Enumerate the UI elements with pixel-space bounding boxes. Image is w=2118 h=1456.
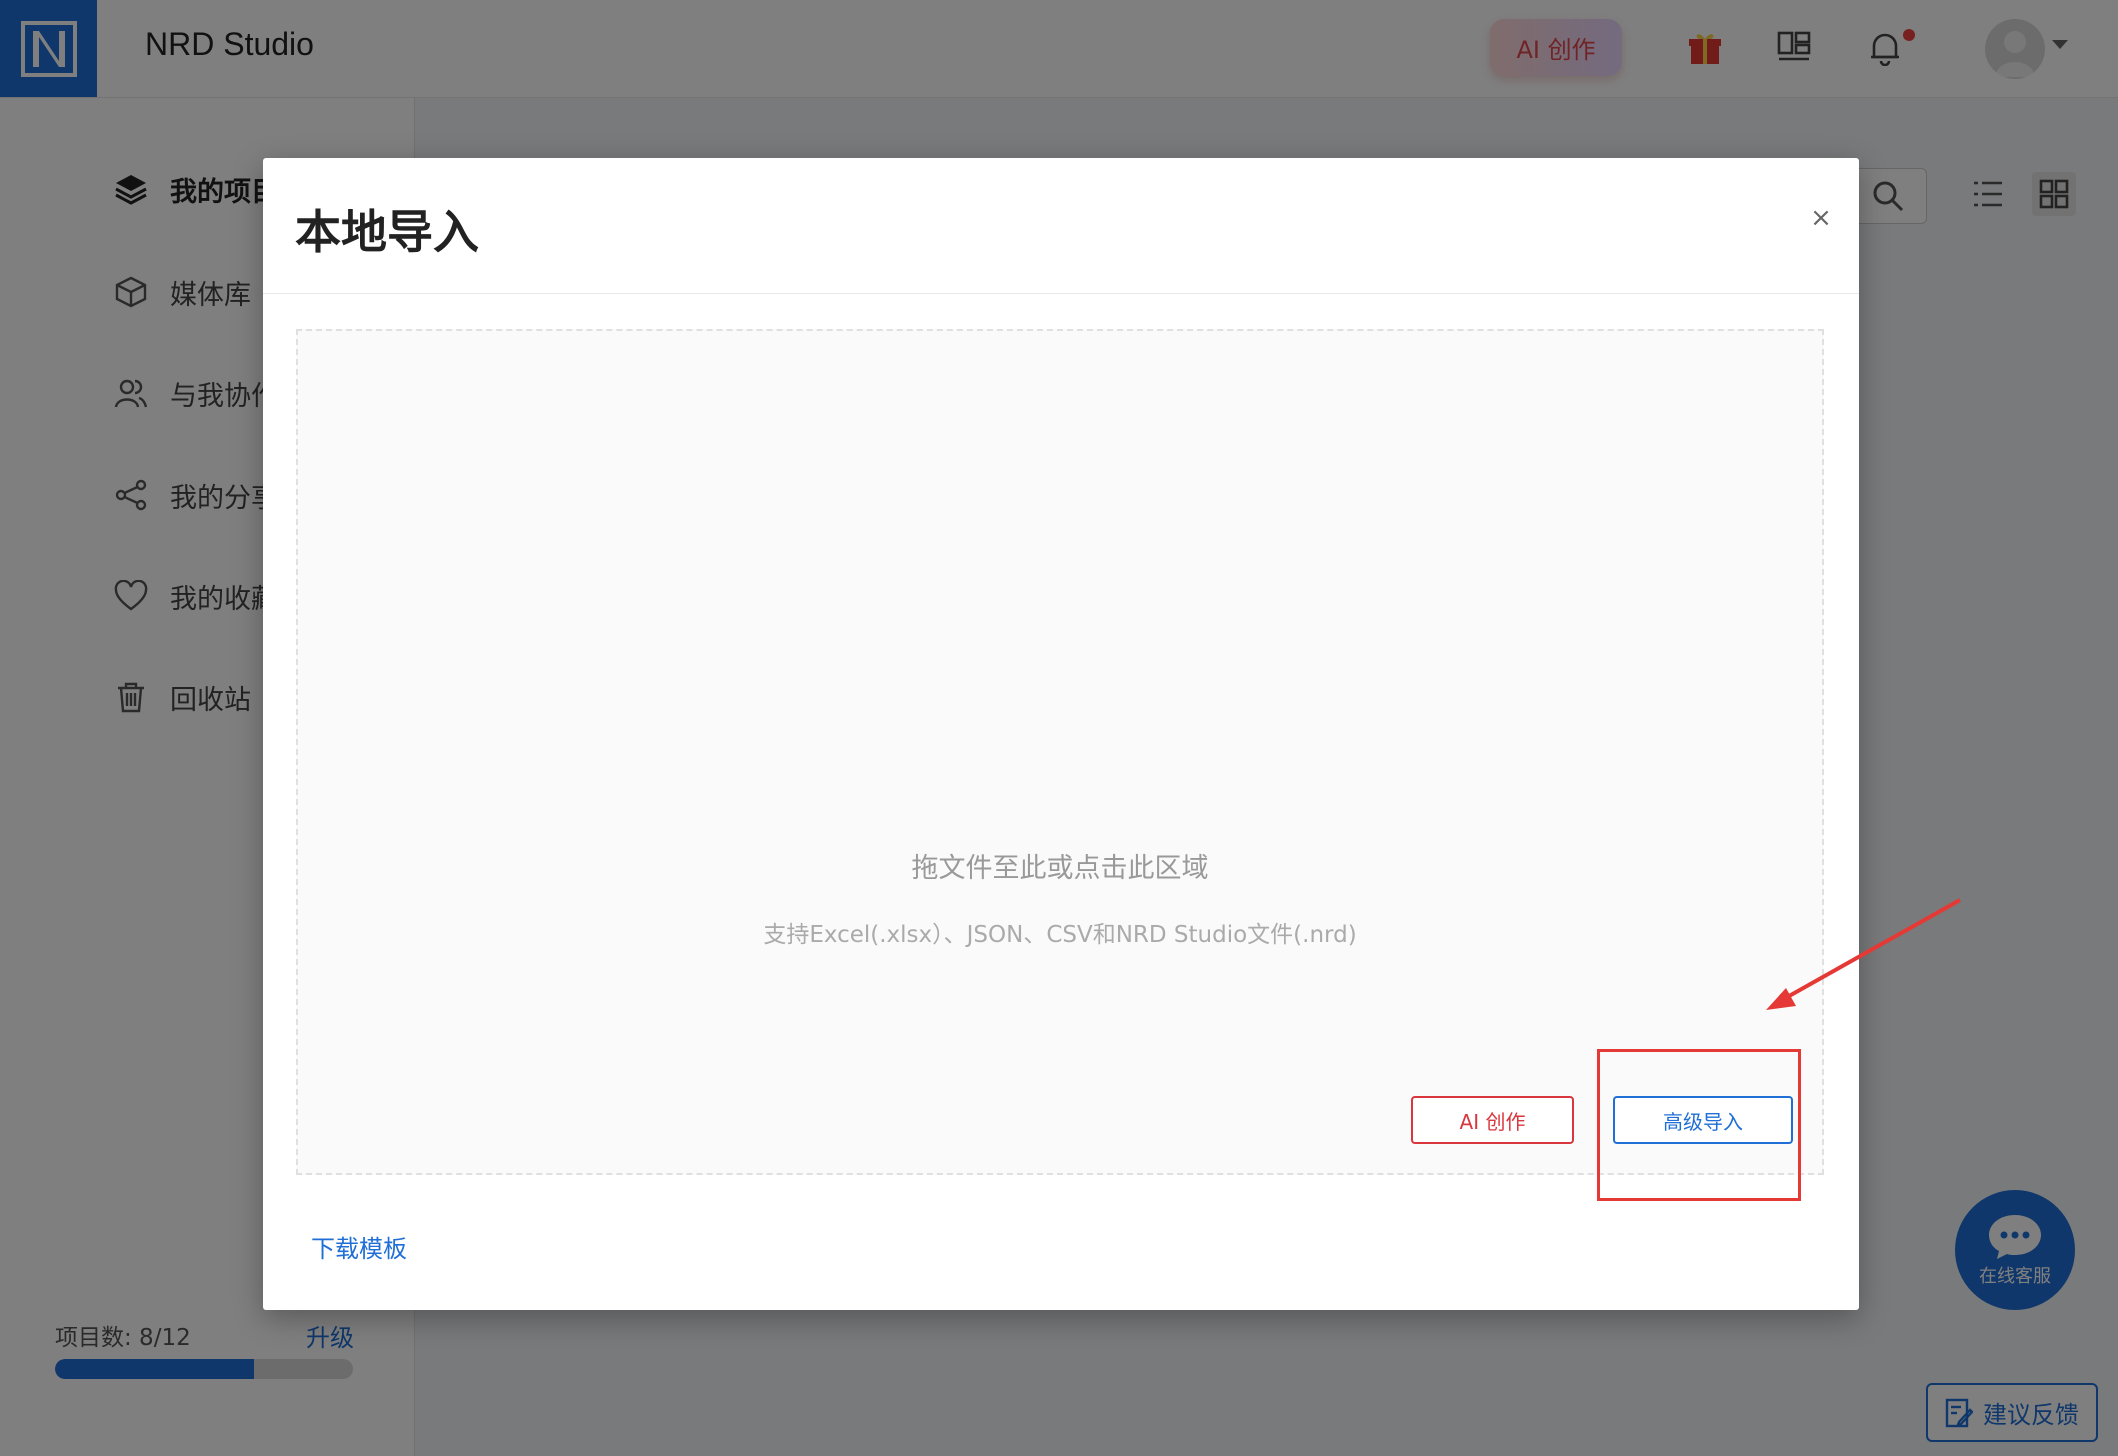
annotation-arrow: [1766, 898, 1961, 1010]
